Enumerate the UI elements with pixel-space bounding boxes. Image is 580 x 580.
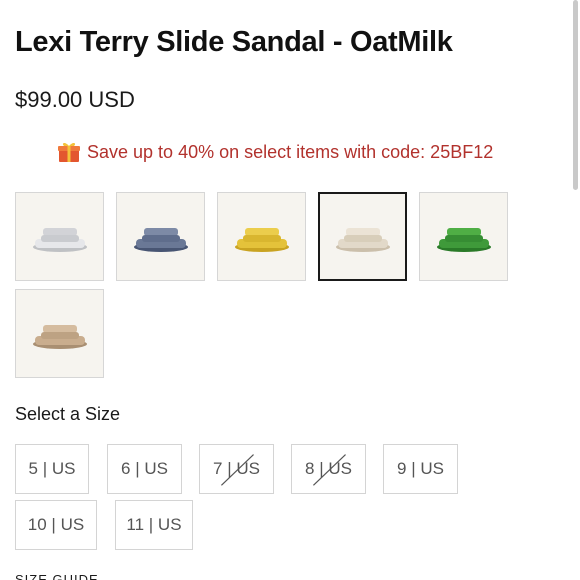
size-option-10[interactable]: 10 | US: [15, 500, 97, 550]
size-heading: Select a Size: [15, 404, 121, 424]
size-option-6[interactable]: 6 | US: [107, 444, 182, 494]
sandal-green-icon: [436, 227, 491, 252]
size-option-7-sold-out[interactable]: 7 | US: [199, 444, 274, 494]
sandal-yellow-icon: [234, 227, 289, 252]
size-label: 7 | US: [213, 459, 260, 478]
size-guide-link[interactable]: SIZE GUIDE: [15, 572, 99, 580]
size-option-5[interactable]: 5 | US: [15, 444, 89, 494]
swatch-oatmilk[interactable]: [318, 192, 407, 281]
sandal-oatmilk-icon: [335, 227, 390, 252]
size-label: 5 | US: [28, 459, 76, 478]
size-label: 9 | US: [397, 459, 444, 478]
swatch-tan[interactable]: [15, 289, 104, 378]
swatch-denim[interactable]: [116, 192, 205, 281]
size-option-8-sold-out[interactable]: 8 | US: [291, 444, 366, 494]
promo-text: Save up to 40% on select items with code…: [87, 141, 494, 162]
swatch-yellow[interactable]: [217, 192, 306, 281]
gift-icon: [57, 140, 81, 164]
swatch-green[interactable]: [419, 192, 508, 281]
product-title: Lexi Terry Slide Sandal - OatMilk: [15, 26, 453, 58]
size-label: 11 | US: [126, 515, 182, 534]
size-option-11[interactable]: 11 | US: [115, 500, 193, 550]
size-label: 10 | US: [27, 515, 85, 534]
sandal-tan-icon: [32, 324, 87, 349]
promo-banner: Save up to 40% on select items with code…: [57, 140, 493, 164]
scrollbar[interactable]: [573, 0, 578, 190]
swatch-silver[interactable]: [15, 192, 104, 281]
sandal-silver-icon: [32, 227, 87, 252]
sandal-denim-icon: [133, 227, 188, 252]
size-option-9[interactable]: 9 | US: [383, 444, 458, 494]
product-price: $99.00 USD: [15, 87, 135, 112]
size-label: 8 | US: [305, 459, 352, 478]
size-label: 6 | US: [121, 459, 168, 478]
